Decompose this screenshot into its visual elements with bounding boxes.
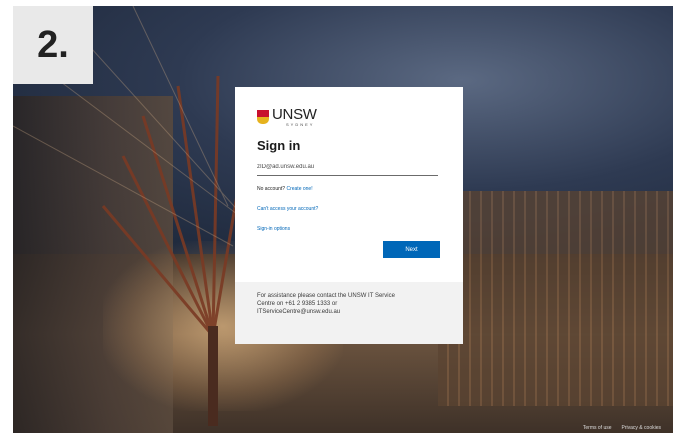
no-account-text: No account? bbox=[257, 186, 286, 192]
next-button[interactable]: Next bbox=[383, 241, 440, 258]
step-number: 2. bbox=[37, 23, 69, 66]
page-title: Sign in bbox=[257, 138, 301, 153]
signin-options-link[interactable]: Sign-in options bbox=[257, 226, 441, 232]
signin-card: UNSW SYDNEY Sign in No account? Create o… bbox=[235, 87, 463, 282]
logo-subtitle: SYDNEY bbox=[286, 122, 315, 127]
email-field[interactable] bbox=[257, 159, 438, 176]
logo-wordmark: UNSW bbox=[272, 106, 317, 123]
assistance-line-2: Centre on +61 2 9385 1333 or bbox=[257, 301, 338, 307]
assistance-line-3: ITServiceCentre@unsw.edu.au bbox=[257, 309, 341, 315]
create-account-link[interactable]: Create one! bbox=[286, 186, 312, 192]
privacy-cookies-link[interactable]: Privacy & cookies bbox=[622, 425, 661, 431]
cant-access-account-link[interactable]: Can't access your account? bbox=[257, 206, 441, 212]
no-account-row: No account? Create one! bbox=[257, 186, 441, 192]
step-number-badge: 2. bbox=[13, 6, 93, 84]
assistance-line-1: For assistance please contact the UNSW I… bbox=[257, 293, 395, 299]
unsw-logo: UNSW SYDNEY bbox=[257, 107, 441, 129]
unsw-crest-icon bbox=[257, 110, 269, 124]
footer-links: Terms of use Privacy & cookies bbox=[583, 425, 661, 431]
terms-of-use-link[interactable]: Terms of use bbox=[583, 425, 612, 431]
assistance-panel: For assistance please contact the UNSW I… bbox=[235, 282, 463, 344]
